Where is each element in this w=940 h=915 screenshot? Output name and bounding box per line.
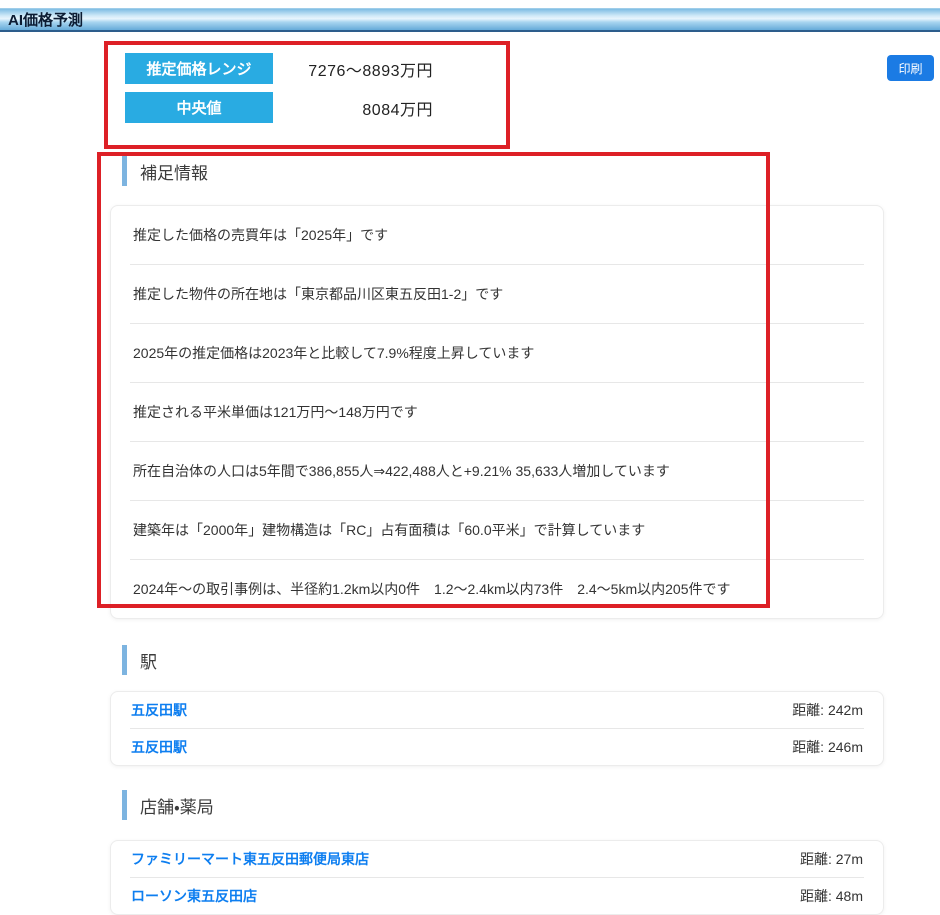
stores-heading-text: 店舗・薬局: [140, 793, 214, 818]
info-item-transactions: 2024年〜の取引事例は、半径約1.2km以内0件 1.2〜2.4km以内73件…: [130, 560, 864, 618]
info-item-price-trend: 2025年の推定価格は2023年と比較して7.9%程度上昇しています: [130, 324, 864, 383]
store-distance: 距離: 27m: [800, 849, 863, 869]
supplementary-card: 推定した価格の売買年は「2025年」です 推定した物件の所在地は「東京都品川区東…: [110, 205, 884, 619]
station-link[interactable]: 五反田駅: [131, 700, 187, 720]
stores-heading: 店舗・薬局: [110, 790, 884, 820]
median-price-row: 中央値 8084万円: [125, 92, 884, 123]
page-header: AI価格予測: [0, 8, 940, 32]
heading-accent-bar: [122, 156, 127, 186]
stations-heading-text: 駅: [140, 648, 157, 673]
station-row: 五反田駅 距離: 246m: [130, 729, 864, 765]
store-distance: 距離: 48m: [800, 886, 863, 906]
store-row: ファミリーマート東五反田郵便局東店 距離: 27m: [130, 841, 864, 878]
supplementary-heading: 補足情報: [110, 156, 884, 186]
info-item-population: 所在自治体の人口は5年間で386,855人⇒422,488人と+9.21% 35…: [130, 442, 864, 501]
stations-card: 五反田駅 距離: 242m 五反田駅 距離: 246m: [110, 691, 884, 766]
info-item-sale-year: 推定した価格の売買年は「2025年」です: [130, 206, 864, 265]
supplementary-heading-text: 補足情報: [140, 159, 208, 184]
store-link[interactable]: ファミリーマート東五反田郵便局東店: [131, 849, 369, 869]
page-title: AI価格予測: [8, 9, 83, 30]
station-distance: 距離: 246m: [792, 737, 863, 757]
stores-card: ファミリーマート東五反田郵便局東店 距離: 27m ローソン東五反田店 距離: …: [110, 840, 884, 915]
station-link[interactable]: 五反田駅: [131, 737, 187, 757]
stations-heading: 駅: [110, 645, 884, 675]
median-price-value: 8084万円: [273, 96, 433, 120]
info-item-location: 推定した物件の所在地は「東京都品川区東五反田1-2」です: [130, 265, 864, 324]
price-range-row: 推定価格レンジ 7276〜8893万円: [125, 53, 884, 84]
price-summary: 推定価格レンジ 7276〜8893万円 中央値 8084万円: [125, 32, 884, 123]
main-content: 推定価格レンジ 7276〜8893万円 中央値 8084万円 補足情報 推定した…: [110, 32, 884, 915]
info-item-unit-price: 推定される平米単価は121万円〜148万円です: [130, 383, 864, 442]
price-range-value: 7276〜8893万円: [273, 57, 433, 81]
price-range-label: 推定価格レンジ: [125, 53, 273, 84]
print-button[interactable]: 印刷: [887, 55, 934, 81]
store-link[interactable]: ローソン東五反田店: [131, 886, 257, 906]
median-price-label: 中央値: [125, 92, 273, 123]
heading-accent-bar: [122, 645, 127, 675]
store-row: ローソン東五反田店 距離: 48m: [130, 878, 864, 914]
station-row: 五反田駅 距離: 242m: [130, 692, 864, 729]
station-distance: 距離: 242m: [792, 700, 863, 720]
info-item-building: 建築年は「2000年」建物構造は「RC」占有面積は「60.0平米」で計算していま…: [130, 501, 864, 560]
heading-accent-bar: [122, 790, 127, 820]
